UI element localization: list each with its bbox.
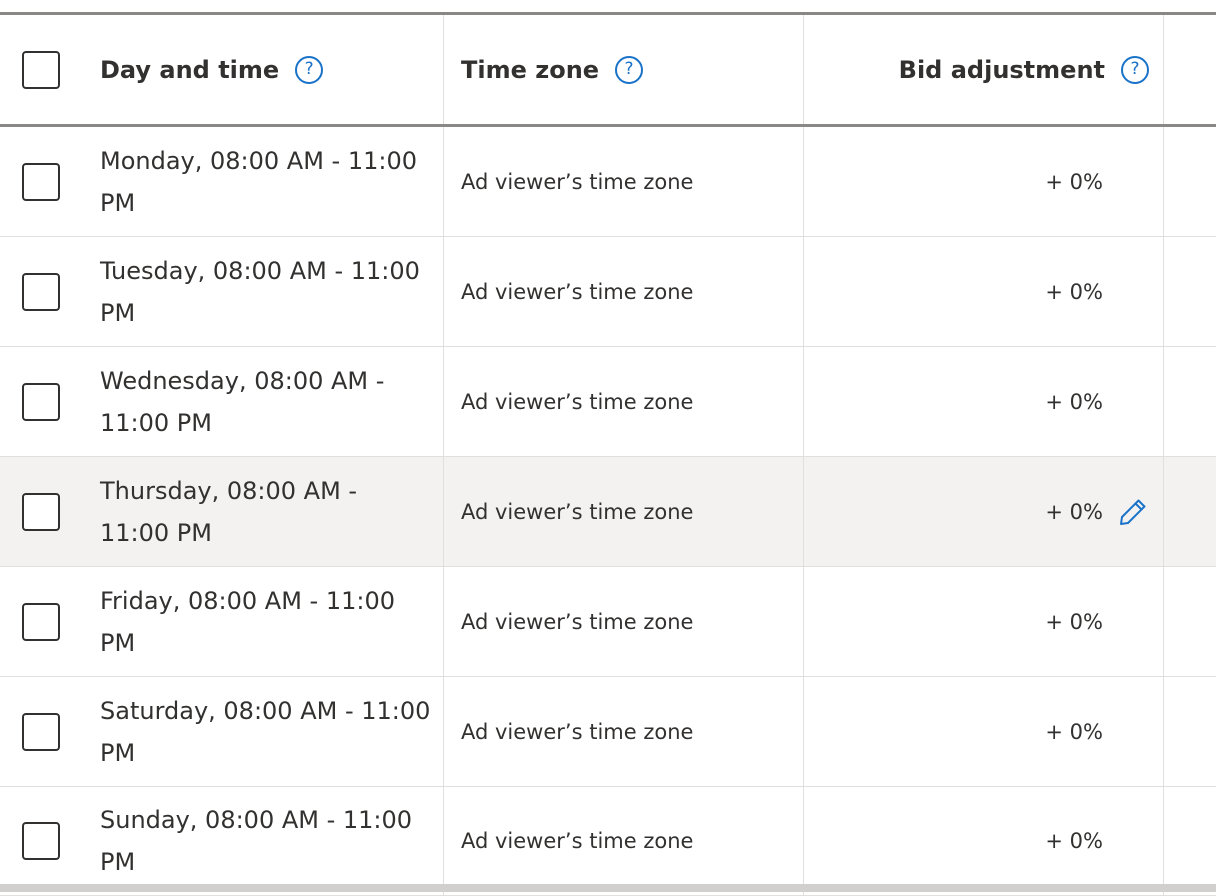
row-checkbox[interactable]	[22, 712, 60, 751]
bid-adjustment-value: + 0%	[1045, 829, 1103, 853]
day-time-value: Friday, 08:00 AM - 11:00 PM	[100, 586, 395, 657]
time-zone-value: Ad viewer’s time zone	[461, 829, 694, 853]
table-row[interactable]: Sunday, 08:00 AM - 11:00 PM Ad viewer’s …	[0, 787, 1216, 896]
row-checkbox[interactable]	[22, 822, 60, 860]
bid-adjustment-value: + 0%	[1045, 279, 1103, 304]
table-row[interactable]: Wednesday, 08:00 AM - 11:00 PM Ad viewer…	[0, 347, 1216, 457]
time-zone-value: Ad viewer’s time zone	[461, 169, 694, 194]
day-time-value: Wednesday, 08:00 AM - 11:00 PM	[100, 366, 385, 437]
bid-adjustment-value: + 0%	[1045, 499, 1103, 524]
row-checkbox[interactable]	[22, 492, 60, 531]
bid-adjustment-value: + 0%	[1045, 609, 1103, 634]
table-row[interactable]: Thursday, 08:00 AM - 11:00 PM Ad viewer’…	[0, 457, 1216, 567]
table-header-row: Day and time ? Time zone ? Bid adjustmen…	[0, 15, 1216, 127]
pencil-icon[interactable]	[1117, 496, 1149, 528]
question-circle-icon[interactable]: ?	[295, 55, 324, 84]
day-time-value: Tuesday, 08:00 AM - 11:00 PM	[100, 256, 420, 327]
bid-adjustment-value: + 0%	[1045, 169, 1103, 194]
column-header-time-zone[interactable]: Time zone ?	[444, 15, 804, 124]
time-zone-value: Ad viewer’s time zone	[461, 389, 694, 414]
select-all-checkbox[interactable]	[22, 50, 60, 89]
table-row[interactable]: Tuesday, 08:00 AM - 11:00 PM Ad viewer’s…	[0, 237, 1216, 347]
table-row[interactable]: Saturday, 08:00 AM - 11:00 PM Ad viewer’…	[0, 677, 1216, 787]
day-time-value: Thursday, 08:00 AM - 11:00 PM	[100, 476, 358, 547]
question-circle-icon[interactable]: ?	[1121, 55, 1149, 84]
column-header-label: Time zone	[461, 55, 600, 84]
horizontal-scrollbar[interactable]	[0, 884, 1216, 892]
question-circle-icon[interactable]: ?	[615, 55, 644, 84]
column-header-label: Bid adjustment	[898, 55, 1105, 84]
bid-adjustment-value: + 0%	[1045, 389, 1103, 414]
column-header-bid-adjustment[interactable]: Bid adjustment ?	[804, 15, 1164, 124]
table-row[interactable]: Friday, 08:00 AM - 11:00 PM Ad viewer’s …	[0, 567, 1216, 677]
row-checkbox[interactable]	[22, 602, 60, 641]
day-time-value: Monday, 08:00 AM - 11:00 PM	[100, 146, 418, 217]
column-header-label: Day and time	[100, 55, 280, 84]
time-zone-value: Ad viewer’s time zone	[461, 279, 694, 304]
day-time-value: Saturday, 08:00 AM - 11:00 PM	[100, 696, 431, 767]
column-header-day-and-time[interactable]: Day and time ?	[80, 15, 444, 124]
time-zone-value: Ad viewer’s time zone	[461, 499, 694, 524]
time-zone-value: Ad viewer’s time zone	[461, 609, 694, 634]
ad-schedule-table: Day and time ? Time zone ? Bid adjustmen…	[0, 15, 1216, 896]
time-zone-value: Ad viewer’s time zone	[461, 719, 694, 744]
row-checkbox[interactable]	[22, 272, 60, 311]
table-row[interactable]: Monday, 08:00 AM - 11:00 PM Ad viewer’s …	[0, 127, 1216, 237]
row-checkbox[interactable]	[22, 162, 60, 201]
row-checkbox[interactable]	[22, 382, 60, 421]
bid-adjustment-value: + 0%	[1045, 719, 1103, 744]
day-time-value: Sunday, 08:00 AM - 11:00 PM	[100, 806, 413, 876]
select-all-cell	[0, 15, 80, 124]
